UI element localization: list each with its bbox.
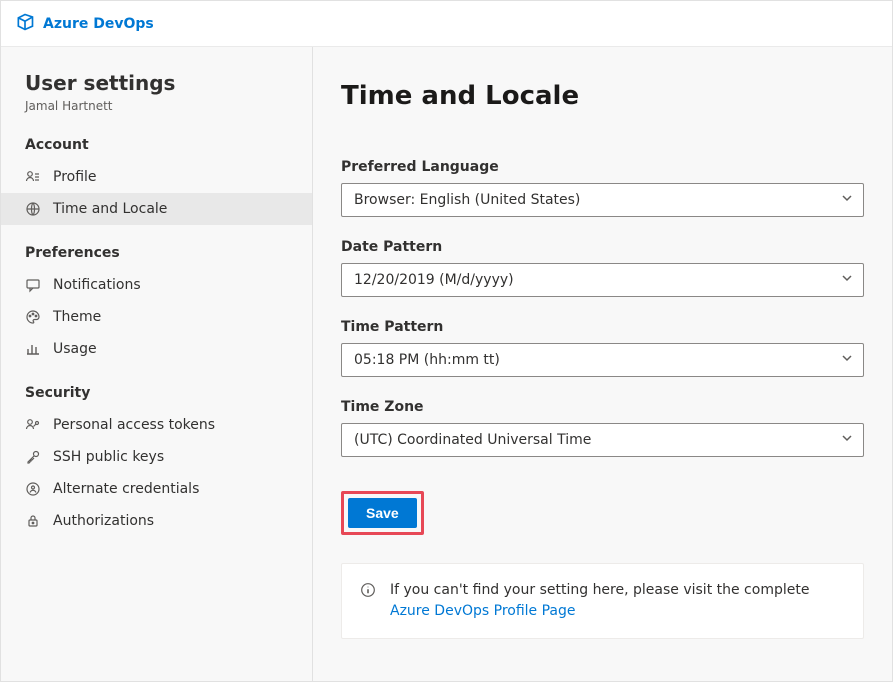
time-pattern-select-value: 05:18 PM (hh:mm tt) <box>354 352 500 368</box>
comment-icon <box>25 277 41 293</box>
timezone-select-value: (UTC) Coordinated Universal Time <box>354 432 591 448</box>
brand-link[interactable]: Azure DevOps <box>9 8 160 40</box>
sidebar-user-name: Jamal Hartnett <box>1 99 312 131</box>
lock-icon <box>25 513 41 529</box>
sidebar-item-ssh[interactable]: SSH public keys <box>1 441 312 473</box>
sidebar-item-label: Notifications <box>53 277 141 293</box>
date-pattern-label: Date Pattern <box>341 239 864 255</box>
sidebar-item-label: Time and Locale <box>53 201 167 217</box>
section-security-label: Security <box>1 379 312 409</box>
key-icon <box>25 449 41 465</box>
bar-chart-icon <box>25 341 41 357</box>
sidebar-item-authorizations[interactable]: Authorizations <box>1 505 312 537</box>
sidebar-item-label: Theme <box>53 309 101 325</box>
person-icon <box>25 169 41 185</box>
sidebar-title: User settings <box>1 71 312 99</box>
palette-icon <box>25 309 41 325</box>
sidebar-item-theme[interactable]: Theme <box>1 301 312 333</box>
page-title: Time and Locale <box>341 81 864 111</box>
timezone-label: Time Zone <box>341 399 864 415</box>
time-pattern-select[interactable]: 05:18 PM (hh:mm tt) <box>341 343 864 377</box>
profile-page-link[interactable]: Azure DevOps Profile Page <box>390 603 576 619</box>
azure-devops-logo-icon <box>15 12 35 36</box>
sidebar-item-alt-credentials[interactable]: Alternate credentials <box>1 473 312 505</box>
date-pattern-select-value: 12/20/2019 (M/d/yyyy) <box>354 272 514 288</box>
app-header: Azure DevOps <box>1 1 892 47</box>
info-text: If you can't find your setting here, ple… <box>390 580 845 622</box>
sidebar-item-label: SSH public keys <box>53 449 164 465</box>
section-preferences-label: Preferences <box>1 239 312 269</box>
sidebar: User settings Jamal Hartnett Account Pro… <box>1 47 313 681</box>
sidebar-item-profile[interactable]: Profile <box>1 161 312 193</box>
language-select[interactable]: Browser: English (United States) <box>341 183 864 217</box>
sidebar-item-notifications[interactable]: Notifications <box>1 269 312 301</box>
section-account-label: Account <box>1 131 312 161</box>
sidebar-item-label: Personal access tokens <box>53 417 215 433</box>
sidebar-item-label: Profile <box>53 169 97 185</box>
chevron-down-icon <box>841 192 853 208</box>
chevron-down-icon <box>841 432 853 448</box>
save-highlight: Save <box>341 491 424 535</box>
sidebar-item-time-locale[interactable]: Time and Locale <box>1 193 312 225</box>
chevron-down-icon <box>841 272 853 288</box>
sidebar-item-pat[interactable]: Personal access tokens <box>1 409 312 441</box>
key-person-icon <box>25 417 41 433</box>
info-prefix: If you can't find your setting here, ple… <box>390 582 809 598</box>
time-pattern-label: Time Pattern <box>341 319 864 335</box>
credentials-icon <box>25 481 41 497</box>
main-content: Time and Locale Preferred Language Brows… <box>313 47 892 681</box>
globe-icon <box>25 201 41 217</box>
timezone-select[interactable]: (UTC) Coordinated Universal Time <box>341 423 864 457</box>
sidebar-item-label: Alternate credentials <box>53 481 199 497</box>
sidebar-item-label: Authorizations <box>53 513 154 529</box>
save-button[interactable]: Save <box>348 498 417 528</box>
info-callout: If you can't find your setting here, ple… <box>341 563 864 639</box>
sidebar-item-label: Usage <box>53 341 97 357</box>
info-icon <box>360 582 376 605</box>
language-select-value: Browser: English (United States) <box>354 192 580 208</box>
sidebar-item-usage[interactable]: Usage <box>1 333 312 365</box>
date-pattern-select[interactable]: 12/20/2019 (M/d/yyyy) <box>341 263 864 297</box>
language-label: Preferred Language <box>341 159 864 175</box>
brand-text: Azure DevOps <box>43 16 154 32</box>
chevron-down-icon <box>841 352 853 368</box>
